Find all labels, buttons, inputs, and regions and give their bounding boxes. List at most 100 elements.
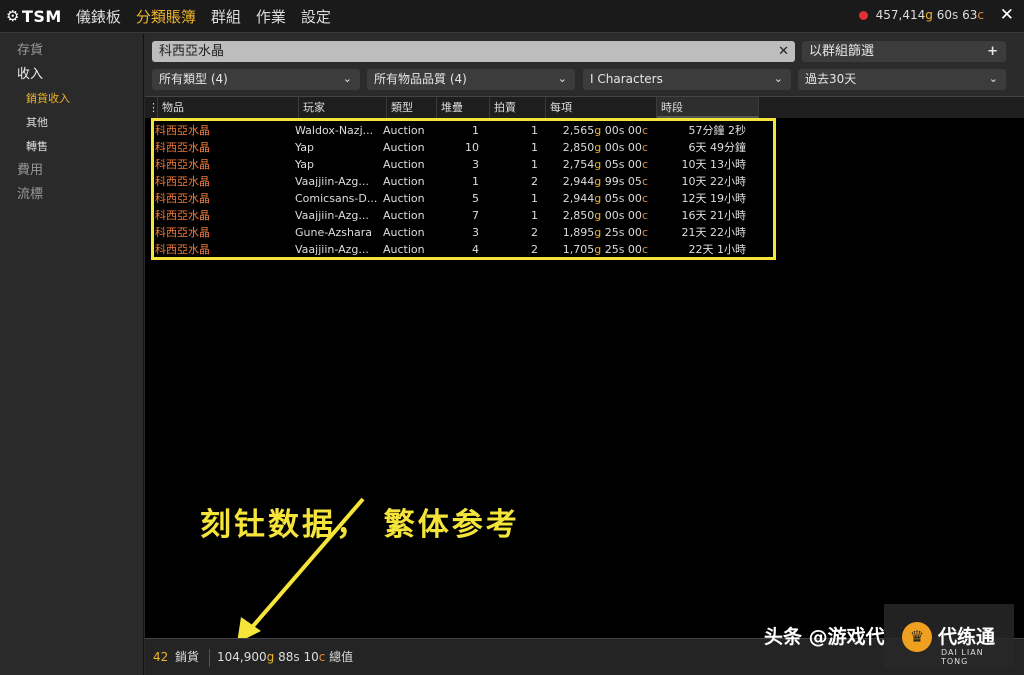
- cell-time: 22天 1小時: [688, 243, 747, 256]
- chevron-down-icon: ⌄: [342, 72, 352, 85]
- plus-icon: +: [987, 44, 998, 59]
- cell-player: Gune-Azshara: [295, 226, 372, 239]
- cell-type: Auction: [383, 192, 425, 205]
- watermark-brand-en: DAI LIAN TONG: [941, 648, 984, 666]
- type-dropdown[interactable]: 所有類型 (4) ⌄: [152, 69, 360, 90]
- cell-stack: 5: [472, 192, 479, 205]
- nav-ledger[interactable]: 分類賬簿: [136, 6, 196, 27]
- close-icon[interactable]: ✕: [1000, 5, 1014, 25]
- group-filter-button[interactable]: 以群組篩選 +: [802, 41, 1006, 62]
- copper-amount: 63: [962, 8, 978, 22]
- col-stack[interactable]: 堆疊: [437, 97, 490, 118]
- cell-item: 科西亞水晶: [155, 226, 210, 239]
- cell-auctions: 1: [531, 124, 538, 137]
- highlight-box: 科西亞水晶 Waldox-Nazj... Auction 1 1 2,565g 00s 0…: [151, 118, 776, 260]
- gold-amount: 457,414: [875, 8, 926, 22]
- table-row[interactable]: 科西亞水晶 Gune-Azshara Auction 3 2 1,895g 25s 00c…: [154, 224, 774, 241]
- sidebar-sub-resale[interactable]: 轉售: [0, 135, 143, 159]
- col-time[interactable]: 時段: [657, 97, 759, 118]
- cell-auctions: 1: [531, 158, 538, 171]
- table-row[interactable]: 科西亞水晶 Comicsans-D... Auction 5 1 2,944g 05s 0…: [154, 190, 774, 207]
- nav-settings[interactable]: 設定: [301, 6, 331, 27]
- cell-stack: 1: [472, 124, 479, 137]
- column-menu-icon[interactable]: ⋮: [145, 97, 159, 118]
- table-row[interactable]: 科西亞水晶 Vaajjiin-Azg... Auction 4 2 1,705g 25s …: [154, 241, 774, 258]
- gold-unit: g: [925, 8, 933, 22]
- cell-auctions: 2: [531, 175, 538, 188]
- main-nav: 儀錶板 分類賬簿 群組 作業 設定: [76, 6, 346, 27]
- total-value: 104,900g 88s 10c 總值: [217, 639, 353, 675]
- sidebar-item-inventory[interactable]: 存貨: [0, 39, 143, 63]
- characters-dropdown[interactable]: I Characters ⌄: [583, 69, 791, 90]
- col-type[interactable]: 類型: [387, 97, 437, 118]
- cell-stack: 3: [472, 226, 479, 239]
- cell-auctions: 1: [531, 192, 538, 205]
- table-row[interactable]: 科西亞水晶 Waldox-Nazj... Auction 1 1 2,565g 00s 0…: [154, 122, 774, 139]
- watermark-logo: ♛ 代练通 DAI LIAN TONG: [884, 604, 1014, 668]
- cell-player: Yap: [295, 141, 314, 154]
- cell-player: Yap: [295, 158, 314, 171]
- top-bar: ⚙ TSM 儀錶板 分類賬簿 群組 作業 設定 457,414 g 60 s 63 c…: [0, 0, 1024, 33]
- cell-price: 2,565g 00s 00c: [562, 124, 648, 137]
- nav-groups[interactable]: 群組: [211, 6, 241, 27]
- sidebar-sub-sales[interactable]: 銷貨收入: [0, 87, 143, 111]
- nav-operations[interactable]: 作業: [256, 6, 286, 27]
- table-row[interactable]: 科西亞水晶 Vaajjiin-Azg... Auction 1 2 2,944g 99s …: [154, 173, 774, 190]
- total-gold: 104,900: [217, 650, 267, 664]
- col-player[interactable]: 玩家: [299, 97, 387, 118]
- clear-search-icon[interactable]: ✕: [778, 41, 789, 62]
- silver-unit: s: [952, 8, 959, 22]
- sidebar: 存貨 收入 銷貨收入 其他 轉售 費用 流標: [0, 34, 144, 675]
- sales-count-label: 銷貨: [175, 650, 200, 664]
- cell-time: 10天 22小時: [681, 175, 747, 188]
- cell-auctions: 2: [531, 243, 538, 256]
- nav-dashboard[interactable]: 儀錶板: [76, 6, 121, 27]
- sales-table: ⋮ 物品 玩家 類型 堆疊 拍賣 每項 時段 科西亞水晶 Waldox-Nazj.…: [145, 96, 1024, 639]
- sidebar-item-expired[interactable]: 流標: [0, 183, 143, 207]
- cell-player: Vaajjiin-Azg...: [295, 243, 369, 256]
- table-header: ⋮ 物品 玩家 類型 堆疊 拍賣 每項 時段: [145, 97, 1024, 118]
- sidebar-sub-other[interactable]: 其他: [0, 111, 143, 135]
- cell-auctions: 1: [531, 209, 538, 222]
- cell-item: 科西亞水晶: [155, 124, 210, 137]
- cell-price: 2,850g 00s 00c: [562, 209, 648, 222]
- period-dropdown[interactable]: 過去30天 ⌄: [798, 69, 1006, 90]
- watermark-text: 头条 @游戏代: [764, 626, 885, 648]
- cell-price: 2,850g 00s 00c: [562, 141, 648, 154]
- sidebar-item-income[interactable]: 收入: [0, 63, 143, 87]
- type-dropdown-value: 所有類型 (4): [159, 72, 228, 86]
- sidebar-item-expenses[interactable]: 費用: [0, 159, 143, 183]
- tsm-logo[interactable]: ⚙ TSM: [6, 7, 62, 26]
- col-item[interactable]: 物品: [158, 97, 299, 118]
- table-row[interactable]: 科西亞水晶 Yap Auction 3 1 2,754g 05s 00c 10天 13小時: [154, 156, 774, 173]
- watermark-brand: 代练通: [938, 626, 996, 648]
- cell-player: Comicsans-D...: [295, 192, 378, 205]
- cell-item: 科西亞水晶: [155, 175, 210, 188]
- table-row[interactable]: 科西亞水晶 Vaajjiin-Azg... Auction 7 1 2,850g 00s …: [154, 207, 774, 224]
- cell-player: Vaajjiin-Azg...: [295, 209, 369, 222]
- crown-icon: ♛: [902, 622, 932, 652]
- cell-type: Auction: [383, 209, 425, 222]
- total-copper: 10: [303, 650, 319, 664]
- cell-item: 科西亞水晶: [155, 158, 210, 171]
- cell-time: 21天 22小時: [681, 226, 747, 239]
- col-auctions[interactable]: 拍賣: [490, 97, 546, 118]
- characters-dropdown-value: I Characters: [590, 72, 663, 86]
- gold-display: 457,414 g 60 s 63 c: [858, 8, 984, 22]
- search-input[interactable]: 科西亞水晶 ✕: [152, 41, 795, 62]
- quality-dropdown-value: 所有物品品質 (4): [374, 72, 467, 86]
- quality-dropdown[interactable]: 所有物品品質 (4) ⌄: [367, 69, 575, 90]
- silver-unit: s: [293, 650, 300, 664]
- cell-stack: 4: [472, 243, 479, 256]
- alert-icon[interactable]: [858, 10, 868, 20]
- cell-type: Auction: [383, 226, 425, 239]
- copper-unit: c: [318, 650, 326, 664]
- logo-text: TSM: [21, 6, 62, 26]
- col-per-item[interactable]: 每項: [546, 97, 657, 118]
- cell-time: 6天 49分鐘: [688, 141, 747, 154]
- gear-icon: ⚙: [6, 7, 20, 25]
- cell-price: 1,895g 25s 00c: [562, 226, 648, 239]
- cell-stack: 1: [472, 175, 479, 188]
- table-row[interactable]: 科西亞水晶 Yap Auction 10 1 2,850g 00s 00c 6天 49分鐘: [154, 139, 774, 156]
- cell-item: 科西亞水晶: [155, 192, 210, 205]
